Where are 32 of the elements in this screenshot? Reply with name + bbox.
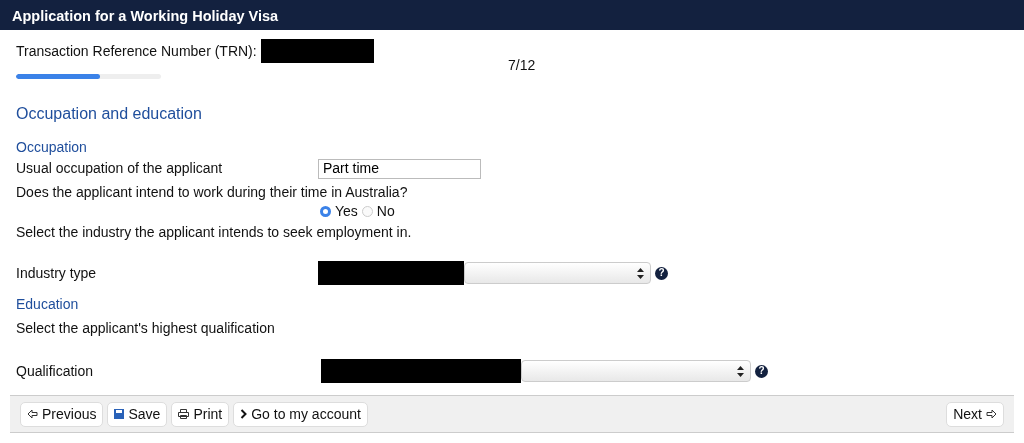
- chevron-right-icon: [240, 409, 248, 419]
- updown-icon: [637, 268, 644, 279]
- print-button[interactable]: Print: [171, 401, 230, 427]
- text-field[interactable]: Part time: [318, 158, 481, 179]
- instruction-text: Select the applicant's highest qualification: [16, 320, 275, 336]
- field-label: Qualification: [16, 362, 94, 379]
- previous-button[interactable]: Previous: [20, 401, 104, 427]
- right-arrow-icon: [986, 409, 997, 419]
- step-counter: 7/12: [508, 57, 536, 73]
- radio-button[interactable]: [320, 205, 331, 217]
- header-title: Application for a Working Holiday Visa: [0, 0, 1024, 30]
- account-button[interactable]: Go to my account: [233, 401, 368, 427]
- section-title: Education: [16, 295, 80, 313]
- instruction-text: Select the industry the applicant intends to seek employment in.: [16, 224, 412, 240]
- page-heading: Occupation and education: [16, 104, 203, 124]
- question-label: Does the applicant intend to work during their time in Australia?: [16, 184, 408, 200]
- field-label: Usual occupation of the applicant: [16, 160, 223, 176]
- dropdown-select[interactable]: [464, 262, 651, 284]
- trn-label: Transaction Reference Number (TRN):: [16, 41, 257, 61]
- printer-icon: [178, 409, 190, 419]
- radio-label: Yes: [335, 203, 358, 219]
- left-arrow-icon: [27, 409, 38, 419]
- save-button[interactable]: Save: [107, 401, 168, 427]
- radio-label: No: [376, 203, 395, 219]
- help-icon[interactable]: ?: [755, 364, 768, 378]
- next-button[interactable]: Next: [946, 401, 1004, 427]
- help-icon[interactable]: ?: [655, 266, 668, 280]
- section-title: Occupation: [16, 138, 88, 156]
- dropdown-select[interactable]: [521, 360, 751, 382]
- radio-button[interactable]: [361, 205, 373, 217]
- updown-icon: [737, 366, 744, 377]
- field-label: Industry type: [16, 264, 97, 281]
